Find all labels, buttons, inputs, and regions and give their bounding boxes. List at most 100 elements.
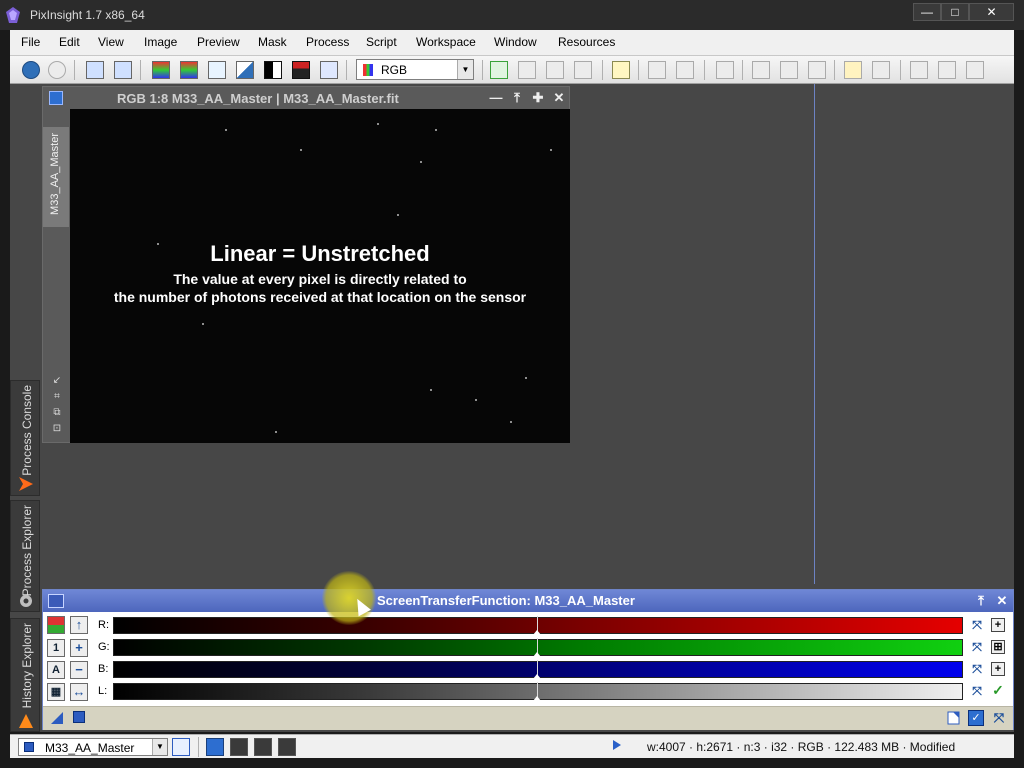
- zoom-in-button-b[interactable]: +: [991, 662, 1005, 676]
- global-icon[interactable]: [966, 61, 984, 79]
- stf-auto-icon[interactable]: [844, 61, 862, 79]
- display-channel-rgb-icon[interactable]: [206, 738, 224, 756]
- execute-icon[interactable]: [938, 61, 956, 79]
- mask-icon[interactable]: [264, 61, 282, 79]
- rgb-channel-icon[interactable]: [152, 61, 170, 79]
- image-properties-icon[interactable]: [172, 738, 190, 756]
- image-window[interactable]: RGB 1:8 M33_AA_Master | M33_AA_Master.fi…: [42, 86, 570, 443]
- fit-icon[interactable]: ⌗: [51, 391, 63, 403]
- history-explorer-tab[interactable]: History Explorer: [10, 618, 40, 732]
- stf-reset-icon[interactable]: [872, 61, 890, 79]
- auto-stretch-icon[interactable]: ⤧: [969, 617, 985, 633]
- view-identifier-tab[interactable]: M33_AA_Master: [43, 127, 69, 227]
- toolbar: RGB ▼: [10, 56, 1014, 84]
- menu-script[interactable]: Script: [366, 35, 397, 49]
- auto-stretch-icon[interactable]: ⤧: [969, 683, 985, 699]
- preview-list-icon[interactable]: [574, 61, 592, 79]
- browse-docs-icon[interactable]: [947, 711, 961, 725]
- menu-edit[interactable]: Edit: [59, 35, 80, 49]
- menu-resources[interactable]: Resources: [558, 35, 615, 49]
- arrow-up-icon[interactable]: ↑: [70, 616, 88, 634]
- preview-copy-icon[interactable]: [546, 61, 564, 79]
- identifier-icon[interactable]: [86, 61, 104, 79]
- link-channels-icon[interactable]: [47, 616, 65, 634]
- menu-workspace[interactable]: Workspace: [416, 35, 476, 49]
- clone-icon[interactable]: [114, 61, 132, 79]
- add-icon[interactable]: +: [70, 639, 88, 657]
- new-preview-icon[interactable]: [490, 61, 508, 79]
- redo-icon[interactable]: [48, 61, 66, 79]
- menu-image[interactable]: Image: [144, 35, 177, 49]
- minus-icon[interactable]: −: [70, 661, 88, 679]
- channel-label-l: L:: [98, 685, 108, 697]
- stf-close-button[interactable]: ✕: [995, 593, 1009, 609]
- stf-window[interactable]: ScreenTransferFunction: M33_AA_Master ⤒ …: [42, 589, 1014, 730]
- channel-select-value: RGB: [381, 63, 408, 77]
- display-channel-r-icon[interactable]: [230, 738, 248, 756]
- auto-stretch-icon[interactable]: ⤧: [969, 639, 985, 655]
- stf-shadows-marker-g[interactable]: [533, 652, 541, 657]
- close-button[interactable]: ✕: [969, 3, 1014, 21]
- frame-icon[interactable]: ⊡: [51, 423, 63, 435]
- auto-stretch-icon[interactable]: ⤧: [969, 661, 985, 677]
- new-instance-icon[interactable]: [51, 712, 63, 724]
- display-channel-g-icon[interactable]: [254, 738, 272, 756]
- show-mask-icon[interactable]: [292, 61, 310, 79]
- stf-window-icon: [48, 594, 64, 608]
- new-image-icon[interactable]: [208, 61, 226, 79]
- menu-process[interactable]: Process: [306, 35, 349, 49]
- display-channel-b-icon[interactable]: [278, 738, 296, 756]
- process-console-tab[interactable]: Process Console: [10, 380, 40, 496]
- menu-mask[interactable]: Mask: [258, 35, 287, 49]
- view-1-icon[interactable]: 1: [47, 639, 65, 657]
- menu-file[interactable]: File: [21, 35, 40, 49]
- real-time-preview-icon[interactable]: ✓: [968, 710, 984, 726]
- maximize-view-button[interactable]: ✚: [531, 90, 545, 106]
- maximize-button[interactable]: □: [941, 3, 969, 21]
- apply-global-icon[interactable]: [73, 711, 85, 723]
- menu-preview[interactable]: Preview: [197, 35, 240, 49]
- stf-shadows-marker-b[interactable]: [533, 674, 541, 679]
- zoom-in-icon[interactable]: [648, 61, 666, 79]
- invert-icon[interactable]: [236, 61, 254, 79]
- shade-button[interactable]: —: [489, 90, 503, 106]
- image-window-titlebar[interactable]: RGB 1:8 M33_AA_Master | M33_AA_Master.fi…: [43, 87, 569, 109]
- explore-icon[interactable]: [910, 61, 928, 79]
- play-icon[interactable]: [613, 740, 621, 750]
- close-view-button[interactable]: ✕: [552, 90, 566, 106]
- auto-icon[interactable]: A: [47, 661, 65, 679]
- menu-view[interactable]: View: [98, 35, 124, 49]
- undo-icon[interactable]: [22, 61, 40, 79]
- zoom-1-1-icon[interactable]: [780, 61, 798, 79]
- extract-channels-icon[interactable]: [180, 61, 198, 79]
- grid-icon[interactable]: ▦: [47, 683, 65, 701]
- histogram-icon[interactable]: [320, 61, 338, 79]
- stf-titlebar[interactable]: ScreenTransferFunction: M33_AA_Master ⤒ …: [43, 590, 1013, 612]
- minimize-button[interactable]: —: [913, 3, 941, 21]
- stf-shadows-marker-l[interactable]: [533, 696, 541, 701]
- image-icon: [24, 742, 34, 752]
- zoom-in-button-r[interactable]: +: [991, 618, 1005, 632]
- always-on-top-button[interactable]: ⤒: [510, 90, 524, 106]
- process-explorer-tab[interactable]: Process Explorer: [10, 500, 40, 612]
- fit-view-icon[interactable]: [752, 61, 770, 79]
- pan-icon[interactable]: [716, 61, 734, 79]
- checkmark-icon[interactable]: ✓: [991, 683, 1005, 698]
- zoom-out-icon[interactable]: [676, 61, 694, 79]
- channel-select[interactable]: RGB ▼: [356, 59, 474, 80]
- view-select[interactable]: M33_AA_Master ▼: [18, 738, 168, 756]
- preview-edit-icon[interactable]: [518, 61, 536, 79]
- status-bar: M33_AA_Master ▼ w:4007 · h:2671 · n:3 · …: [10, 734, 1014, 758]
- zoom-box-button-g[interactable]: ⊞: [991, 640, 1005, 654]
- zoom-to-fit-icon[interactable]: [808, 61, 826, 79]
- menu-window[interactable]: Window: [494, 35, 537, 49]
- readout-mode-icon[interactable]: [612, 61, 630, 79]
- stf-shade-button[interactable]: ⤒: [974, 593, 988, 609]
- image-canvas[interactable]: Linear = Unstretched The value at every …: [70, 109, 570, 443]
- reset-icon[interactable]: ⤧: [991, 710, 1007, 726]
- stf-shadows-marker-r[interactable]: [533, 630, 541, 635]
- collapse-icon[interactable]: ↙: [51, 375, 63, 387]
- copy-icon[interactable]: ⧉: [51, 407, 63, 419]
- toolbar-separator: [834, 60, 835, 80]
- horizontal-arrows-icon[interactable]: ↔: [70, 683, 88, 701]
